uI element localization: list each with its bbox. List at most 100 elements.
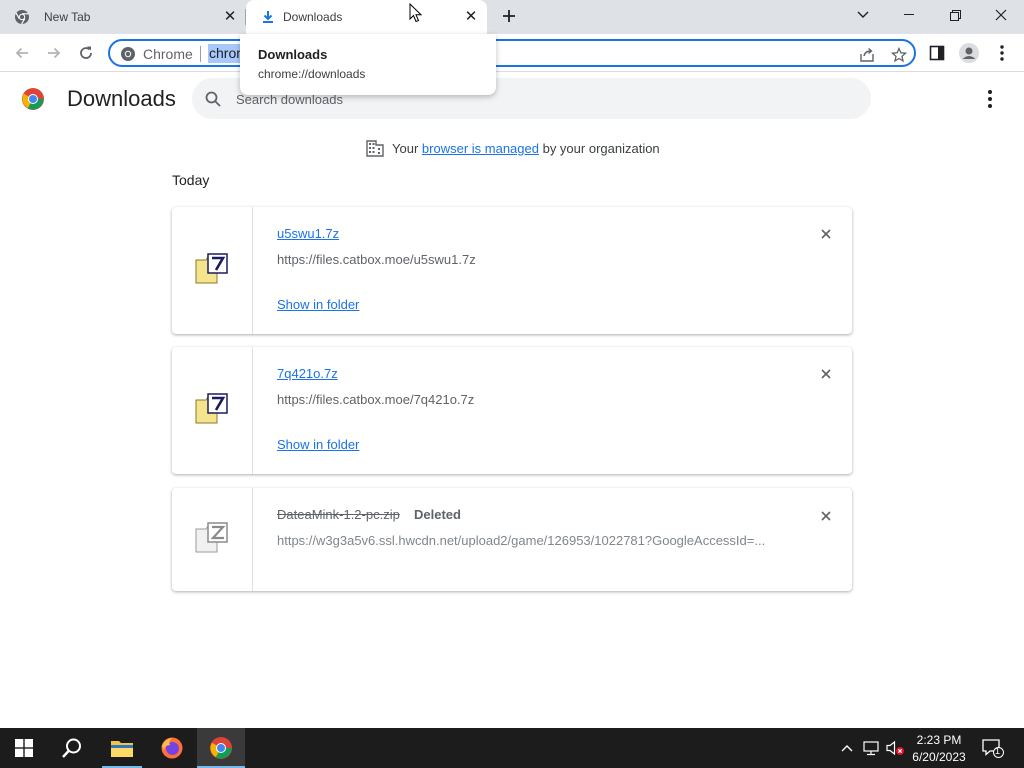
windows-logo-icon bbox=[15, 739, 33, 757]
downloads-header: Downloads bbox=[0, 73, 1024, 125]
chrome-icon bbox=[121, 47, 135, 61]
clock-date: 6/20/2023 bbox=[912, 750, 966, 764]
bookmark-button[interactable] bbox=[890, 46, 908, 64]
remove-button[interactable] bbox=[818, 226, 834, 242]
file-name-link[interactable]: u5swu1.7z bbox=[277, 226, 339, 241]
arrow-left-icon bbox=[15, 47, 28, 59]
star-icon bbox=[891, 47, 907, 63]
file-name: DateaMink-1.2-pc.zip bbox=[277, 507, 400, 522]
file-icon-column bbox=[172, 488, 253, 591]
forward-button[interactable] bbox=[43, 42, 65, 64]
network-icon bbox=[863, 741, 879, 756]
search-icon bbox=[62, 738, 81, 758]
omnibox-chip: Chrome bbox=[143, 46, 193, 62]
restore-button[interactable] bbox=[932, 0, 978, 30]
arrow-right-icon bbox=[48, 47, 61, 59]
page-title: Downloads bbox=[67, 86, 176, 111]
share-icon bbox=[860, 47, 874, 62]
more-vert-icon bbox=[1000, 45, 1004, 61]
reload-icon bbox=[80, 46, 92, 59]
avatar-icon bbox=[959, 43, 979, 63]
minimize-button[interactable] bbox=[886, 0, 932, 30]
managed-suffix: by your organization bbox=[542, 141, 660, 156]
profile-button[interactable] bbox=[958, 42, 980, 64]
chrome-logo-icon bbox=[22, 88, 44, 110]
7z-archive-icon bbox=[195, 393, 228, 424]
remove-button[interactable] bbox=[818, 366, 834, 382]
more-vert-icon bbox=[988, 90, 992, 94]
back-button[interactable] bbox=[11, 42, 33, 64]
new-tab-button[interactable] bbox=[499, 7, 519, 27]
chevron-up-icon bbox=[841, 745, 853, 752]
file-icon-column bbox=[172, 207, 253, 334]
file-url[interactable]: https://files.catbox.moe/7q421o.7z bbox=[277, 392, 474, 407]
status-badge: Deleted bbox=[414, 507, 461, 522]
search-button[interactable] bbox=[48, 728, 96, 768]
restore-icon bbox=[949, 9, 961, 21]
tab-downloads[interactable]: Downloads ✕ bbox=[246, 0, 487, 34]
search-icon bbox=[205, 91, 221, 107]
tab-search-button[interactable] bbox=[840, 0, 886, 30]
tab-label: New Tab bbox=[44, 10, 91, 24]
notification-center-button[interactable]: 1 bbox=[978, 728, 1008, 768]
plus-icon bbox=[503, 10, 515, 22]
close-icon[interactable]: ✕ bbox=[222, 9, 238, 25]
minimize-icon bbox=[904, 14, 914, 15]
close-icon bbox=[821, 229, 831, 239]
download-item: u5swu1.7z https://files.catbox.moe/u5swu… bbox=[172, 207, 852, 334]
close-icon bbox=[821, 369, 831, 379]
firefox-icon bbox=[161, 737, 183, 759]
remove-button[interactable] bbox=[818, 508, 834, 524]
side-panel-button[interactable] bbox=[926, 42, 948, 64]
file-url: https://w3g3a5v6.ssl.hwcdn.net/upload2/g… bbox=[277, 533, 766, 548]
chevron-down-icon bbox=[857, 11, 869, 18]
volume-muted-icon bbox=[886, 740, 904, 756]
windows-taskbar: 2:23 PM 6/20/2023 1 bbox=[0, 728, 1024, 768]
tab-strip: New Tab ✕ Downloads ✕ bbox=[0, 0, 1024, 34]
show-in-folder-link[interactable]: Show in folder bbox=[277, 437, 359, 452]
firefox-button[interactable] bbox=[148, 728, 196, 768]
managed-prefix: Your bbox=[392, 141, 419, 156]
close-icon bbox=[821, 511, 831, 521]
building-icon bbox=[366, 140, 384, 157]
show-in-folder-link[interactable]: Show in folder bbox=[277, 297, 359, 312]
close-window-button[interactable] bbox=[978, 0, 1024, 30]
notification-icon bbox=[982, 739, 1004, 758]
hover-card-title: Downloads bbox=[258, 47, 328, 62]
browser-toolbar: Chrome chrom bbox=[0, 34, 1024, 72]
download-item-deleted: DateaMink-1.2-pc.zip Deleted https://w3g… bbox=[172, 488, 852, 591]
file-name-link[interactable]: 7q421o.7z bbox=[277, 366, 338, 381]
show-hidden-icons-button[interactable] bbox=[837, 728, 857, 768]
close-icon bbox=[995, 9, 1007, 21]
address-bar[interactable]: Chrome chrom bbox=[108, 39, 916, 67]
chrome-taskbar-button[interactable] bbox=[197, 728, 245, 768]
file-url[interactable]: https://files.catbox.moe/u5swu1.7z bbox=[277, 252, 476, 267]
managed-notice: Your browser is managed by your organiza… bbox=[366, 140, 660, 157]
downloads-menu-button[interactable] bbox=[980, 87, 1000, 111]
tab-label: Downloads bbox=[283, 10, 343, 24]
managed-link[interactable]: browser is managed bbox=[422, 141, 539, 156]
network-tray-icon[interactable] bbox=[860, 728, 882, 768]
chrome-icon bbox=[210, 737, 232, 759]
file-icon-column bbox=[172, 347, 253, 474]
7z-archive-icon bbox=[195, 253, 228, 284]
tab-hover-card: Downloads chrome://downloads bbox=[240, 34, 496, 95]
browser-menu-button[interactable] bbox=[991, 42, 1013, 64]
notification-count: 1 bbox=[995, 746, 1001, 756]
zip-archive-icon bbox=[195, 522, 228, 553]
close-icon[interactable]: ✕ bbox=[463, 9, 479, 25]
side-panel-icon bbox=[929, 45, 945, 61]
chrome-icon bbox=[15, 10, 29, 25]
mouse-cursor-icon bbox=[409, 3, 423, 23]
download-icon bbox=[263, 11, 273, 23]
reload-button[interactable] bbox=[75, 42, 97, 64]
download-item: 7q421o.7z https://files.catbox.moe/7q421… bbox=[172, 347, 852, 474]
volume-tray-icon[interactable] bbox=[884, 728, 906, 768]
start-button[interactable] bbox=[0, 728, 48, 768]
date-heading: Today bbox=[172, 172, 210, 188]
hover-card-url: chrome://downloads bbox=[258, 67, 366, 81]
file-explorer-button[interactable] bbox=[98, 728, 146, 768]
share-button[interactable] bbox=[858, 46, 876, 64]
tab-new-tab[interactable]: New Tab ✕ bbox=[0, 0, 246, 34]
system-clock[interactable]: 2:23 PM 6/20/2023 bbox=[908, 732, 970, 766]
